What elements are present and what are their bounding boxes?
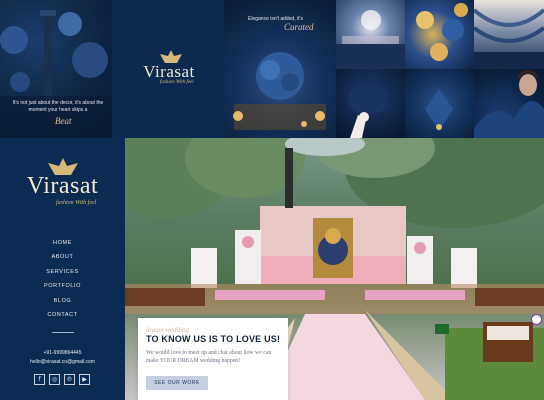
- hall-illustration: [336, 10, 405, 69]
- gallery-photo-ceiling[interactable]: [474, 0, 544, 69]
- nav-divider: [52, 332, 74, 333]
- lantern-illustration: [425, 89, 453, 131]
- gallery-photo-flowers[interactable]: [405, 0, 474, 69]
- sidebar-brand-logo[interactable]: Virasat: [15, 173, 110, 200]
- gallery-photo-hall[interactable]: [336, 0, 405, 69]
- nav-item-blog[interactable]: BLOG: [0, 294, 125, 308]
- gallery-brand-tagline: fashion With feel: [160, 80, 194, 85]
- gallery-photo-model[interactable]: [474, 69, 544, 138]
- nav-item-services[interactable]: SERVICES: [0, 265, 125, 279]
- see-our-work-button[interactable]: SEE OUR WORK: [146, 376, 208, 390]
- chat-widget-icon[interactable]: [531, 314, 542, 325]
- gallery-brand-logo: Virasat: [143, 62, 195, 81]
- nav-item-portfolio[interactable]: PORTFOLIO: [0, 279, 125, 293]
- ceiling-illustration: [474, 8, 544, 69]
- nav-item-about[interactable]: ABOUT: [0, 250, 125, 264]
- gallery-photo-lantern[interactable]: [405, 69, 474, 138]
- model-illustration: [474, 70, 544, 138]
- main-nav: HOME ABOUT SERVICES PORTFOLIO BLOG CONTA…: [0, 236, 125, 322]
- facebook-icon[interactable]: f: [34, 374, 45, 385]
- flowers-illustration: [416, 3, 468, 61]
- youtube-icon[interactable]: ▶: [79, 374, 90, 385]
- card-body: We would love to meet up and chat about …: [146, 350, 272, 364]
- hand-fabric-illustration: [348, 83, 388, 138]
- gallery-quote-2-signature: Curated: [284, 22, 314, 32]
- card-title: TO KNOW US IS TO LOVE US!: [146, 334, 281, 344]
- gallery-quote-1-signature: Beat: [55, 116, 72, 126]
- card-kicker: dream wedding: [146, 326, 190, 334]
- nav-item-home[interactable]: HOME: [0, 236, 125, 250]
- photo-gallery: It's not just about the decor, it's abou…: [0, 0, 544, 138]
- gallery-quote-1: It's not just about the decor, it's abou…: [12, 100, 104, 113]
- instagram-icon[interactable]: ◎: [49, 374, 60, 385]
- nav-item-contact[interactable]: CONTACT: [0, 308, 125, 322]
- sidebar-brand-tagline: fashion With feel: [56, 200, 97, 206]
- contact-phone[interactable]: +91-9999864445: [0, 350, 125, 356]
- social-links: f ◎ ℗ ▶: [34, 374, 90, 385]
- pinterest-icon[interactable]: ℗: [64, 374, 75, 385]
- welcome-card: dream wedding TO KNOW US IS TO LOVE US! …: [138, 318, 288, 400]
- contact-email[interactable]: hello@virasat.co@gmail.com: [0, 359, 125, 365]
- gallery-photo-hand-fabric[interactable]: [336, 69, 405, 138]
